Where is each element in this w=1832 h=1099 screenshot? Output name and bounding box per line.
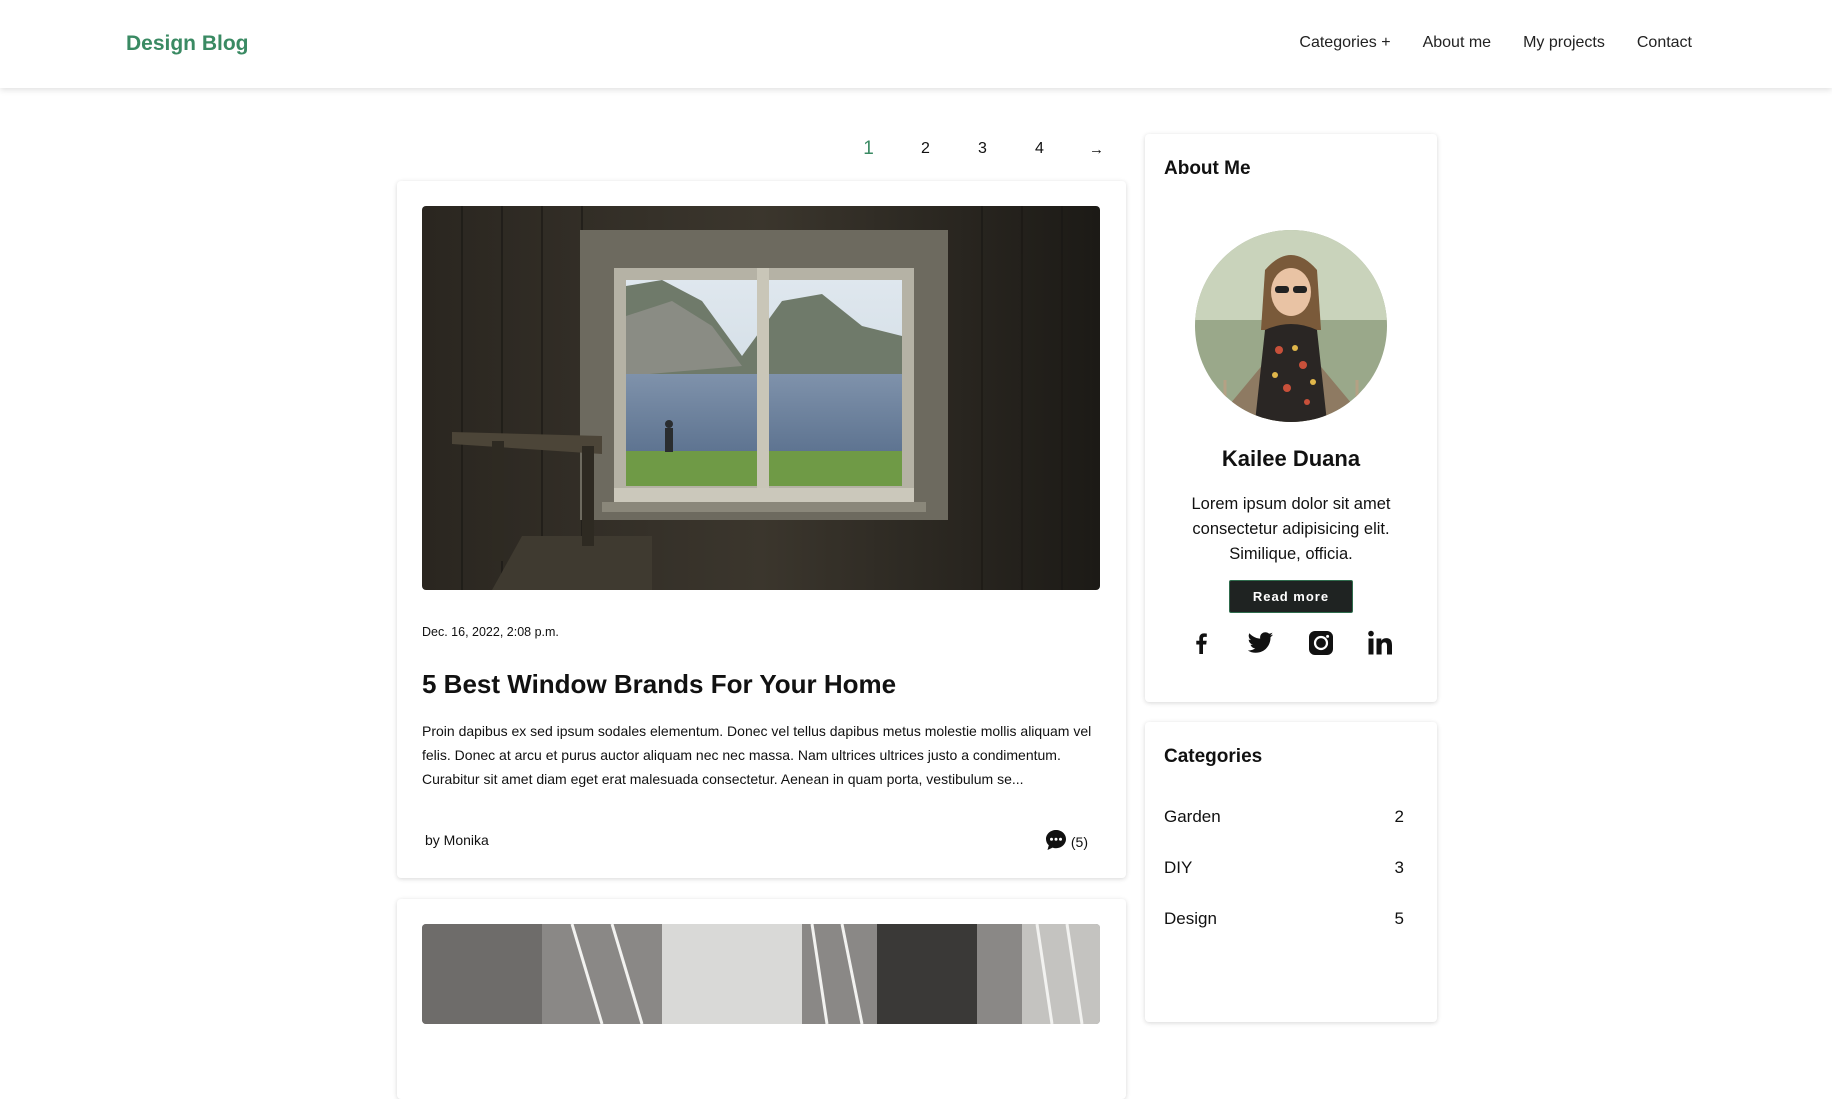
- post-author: by Monika: [425, 832, 489, 848]
- post-excerpt: Proin dapibus ex sed ipsum sodales eleme…: [422, 723, 1092, 787]
- page-link-1[interactable]: 1: [840, 138, 897, 160]
- author-bio: Lorem ipsum dolor sit amet consectetur a…: [1191, 495, 1391, 563]
- nav-contact[interactable]: Contact: [1637, 34, 1692, 52]
- page-link-4[interactable]: 4: [1011, 140, 1068, 158]
- nav-categories[interactable]: Categories +: [1299, 34, 1390, 52]
- author-name: Kailee Duana: [1221, 446, 1361, 471]
- twitter-icon[interactable]: [1246, 628, 1276, 658]
- category-list: Garden 2 DIY 3 Design 5: [1164, 807, 1404, 960]
- category-name: Design: [1164, 909, 1217, 928]
- category-item-design[interactable]: Design 5: [1164, 909, 1404, 960]
- social-links: [1187, 628, 1395, 658]
- nav-about-me[interactable]: About me: [1423, 34, 1491, 52]
- facebook-icon[interactable]: [1187, 628, 1217, 658]
- linkedin-icon[interactable]: [1365, 628, 1395, 658]
- about-me-widget: About Me Kailee Duana Lorem ipsum dolor …: [1145, 134, 1437, 702]
- page-link-2[interactable]: 2: [897, 140, 954, 158]
- pagination: 1 2 3 4 →: [840, 138, 1125, 160]
- main-nav: Categories + About me My projects Contac…: [1299, 34, 1692, 52]
- read-more-button[interactable]: Read more: [1229, 580, 1353, 613]
- about-me-title: About Me: [1164, 158, 1251, 179]
- categories-title: Categories: [1164, 746, 1263, 767]
- category-count: 3: [1394, 858, 1404, 877]
- instagram-icon[interactable]: [1306, 628, 1336, 658]
- category-item-garden[interactable]: Garden 2: [1164, 807, 1404, 858]
- category-name: DIY: [1164, 858, 1193, 877]
- categories-widget: Categories Garden 2 DIY 3 Design 5: [1145, 722, 1437, 1022]
- post-date: Dec. 16, 2022, 2:08 p.m.: [422, 625, 559, 639]
- post-image[interactable]: [422, 206, 1100, 590]
- post-card: Dec. 16, 2022, 2:08 p.m. 5 Best Window B…: [397, 181, 1126, 878]
- category-name: Garden: [1164, 807, 1221, 826]
- avatar: [1195, 230, 1387, 422]
- category-count: 2: [1394, 807, 1404, 826]
- site-header: Design Blog Categories + About me My pro…: [0, 0, 1832, 88]
- category-count: 5: [1394, 909, 1404, 928]
- brand-logo[interactable]: Design Blog: [126, 32, 249, 56]
- category-item-diy[interactable]: DIY 3: [1164, 858, 1404, 909]
- next-page-link[interactable]: →: [1068, 141, 1125, 158]
- page-link-3[interactable]: 3: [954, 140, 1011, 158]
- post-comments[interactable]: (5): [1045, 829, 1088, 854]
- post-image-2[interactable]: [422, 924, 1100, 1024]
- post-card-2: [397, 899, 1126, 1099]
- post-title[interactable]: 5 Best Window Brands For Your Home: [422, 669, 896, 700]
- nav-my-projects[interactable]: My projects: [1523, 34, 1605, 52]
- comment-count: (5): [1070, 833, 1088, 850]
- comment-icon: [1045, 829, 1067, 854]
